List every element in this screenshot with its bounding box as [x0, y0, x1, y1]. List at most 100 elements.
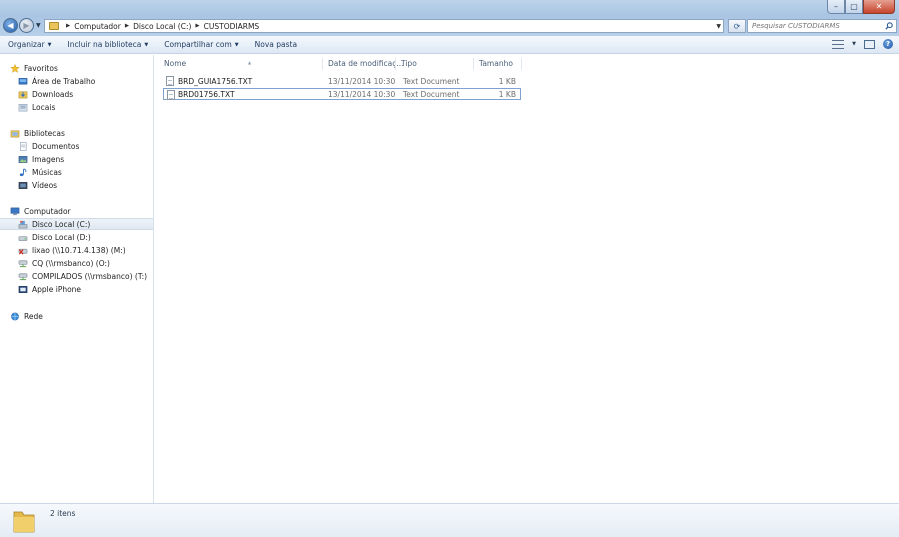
column-divider[interactable]: [473, 58, 474, 70]
address-bar[interactable]: ▶ Computador ▶ Disco Local (C:) ▶ CUSTOD…: [44, 19, 724, 33]
file-type: Text Document: [403, 77, 460, 86]
file-list: Nome ▲ Data de modificaç... Tipo Tamanho…: [155, 55, 899, 503]
sidebar-item-documentos[interactable]: Documentos: [18, 140, 153, 152]
file-name: BRD01756.TXT: [178, 90, 235, 99]
file-type: Text Document: [403, 90, 460, 99]
chevron-down-icon: ▼: [47, 41, 52, 48]
back-button[interactable]: ◀: [3, 18, 18, 33]
file-size: 1 KB: [498, 77, 516, 86]
share-with-label: Compartilhar com: [164, 40, 232, 49]
column-divider[interactable]: [322, 58, 323, 70]
organize-button[interactable]: Organizar ▼: [0, 40, 60, 49]
search-icon[interactable]: [885, 22, 893, 30]
sidebar-item-lixao[interactable]: lixao (\\10.71.4.138) (M:): [18, 244, 153, 256]
sidebar-item-videos[interactable]: Vídeos: [18, 179, 153, 191]
refresh-icon: ⟳: [733, 21, 741, 31]
sidebar-item-compilados[interactable]: COMPILADOS (\\rmsbanco) (T:): [18, 270, 153, 282]
folder-icon: [49, 22, 59, 30]
table-row[interactable]: BRD_GUIA1756.TXT 13/11/2014 10:30 Text D…: [163, 75, 521, 87]
system-drive-icon: [18, 220, 28, 228]
sidebar-item-downloads[interactable]: Downloads: [18, 88, 153, 100]
sidebar-item-computador[interactable]: Computador: [10, 205, 153, 217]
breadcrumb-computador[interactable]: Computador: [74, 22, 121, 31]
network-drive-icon: [18, 260, 28, 267]
include-library-label: Incluir na biblioteca: [67, 40, 142, 49]
sidebar-item-area-de-trabalho[interactable]: Área de Trabalho: [18, 75, 153, 87]
share-with-button[interactable]: Compartilhar com ▼: [156, 40, 246, 49]
sidebar-item-label: Downloads: [32, 89, 74, 99]
sidebar-item-label: Locais: [32, 102, 56, 112]
sidebar-item-cq[interactable]: CQ (\\rmsbanco) (O:): [18, 257, 153, 269]
preview-pane-icon[interactable]: [864, 39, 875, 49]
search-input[interactable]: [748, 22, 878, 30]
music-icon: [19, 167, 27, 176]
sidebar-item-label: Documentos: [32, 141, 80, 151]
text-file-icon: [166, 76, 174, 86]
recent-pages-dropdown[interactable]: ▼: [36, 22, 41, 29]
column-header-size[interactable]: Tamanho: [479, 59, 513, 71]
sidebar-item-apple-iphone[interactable]: Apple iPhone: [18, 283, 153, 295]
sidebar-item-disco-local-d[interactable]: Disco Local (D:): [18, 231, 153, 243]
column-divider[interactable]: [395, 58, 396, 70]
breadcrumb-chevron-icon[interactable]: ▶: [125, 23, 129, 29]
downloads-folder-icon: [18, 91, 28, 98]
sidebar-item-bibliotecas[interactable]: Bibliotecas: [10, 127, 153, 139]
network-drive-icon: [18, 273, 28, 280]
maximize-button[interactable]: ▢: [845, 0, 863, 14]
include-in-library-button[interactable]: Incluir na biblioteca ▼: [60, 40, 157, 49]
column-divider[interactable]: [521, 58, 522, 70]
forward-button[interactable]: ▶: [19, 18, 34, 33]
breadcrumb-disco-local-c[interactable]: Disco Local (C:): [133, 22, 191, 31]
back-arrow-icon: ◀: [7, 21, 14, 30]
sidebar-item-label: lixao (\\10.71.4.138) (M:): [32, 245, 126, 255]
search-box[interactable]: [747, 19, 897, 33]
portable-device-icon: [18, 285, 28, 293]
sidebar-item-label: Área de Trabalho: [32, 76, 96, 86]
new-folder-label: Nova pasta: [254, 40, 298, 49]
column-header-type[interactable]: Tipo: [401, 59, 417, 71]
sidebar-item-label: Músicas: [32, 167, 62, 177]
column-header-name[interactable]: Nome ▲: [164, 59, 251, 71]
network-icon: [11, 312, 19, 320]
sidebar-item-musicas[interactable]: Músicas: [18, 166, 153, 178]
sidebar-item-imagens[interactable]: Imagens: [18, 153, 153, 165]
item-count: 2 itens: [50, 509, 76, 518]
desktop-icon: [18, 77, 28, 84]
videos-icon: [18, 181, 28, 189]
minimize-button[interactable]: –: [827, 0, 845, 14]
sidebar-item-label: Rede: [24, 311, 43, 321]
breadcrumb-chevron-icon[interactable]: ▶: [66, 23, 70, 29]
view-options-dropdown[interactable]: ▼: [852, 41, 856, 47]
breadcrumb-chevron-icon[interactable]: ▶: [195, 23, 199, 29]
sidebar-item-label: Vídeos: [32, 180, 58, 190]
sort-ascending-icon: ▲: [248, 60, 252, 65]
sidebar-item-favoritos[interactable]: Favoritos: [10, 62, 153, 74]
close-button[interactable]: ✕: [863, 0, 895, 14]
breadcrumb-custodiarms[interactable]: CUSTODIARMS: [204, 22, 260, 31]
sidebar-item-label: Favoritos: [24, 63, 58, 73]
sidebar-item-label: COMPILADOS (\\rmsbanco) (T:): [32, 271, 148, 281]
drive-icon: [18, 235, 28, 241]
new-folder-button[interactable]: Nova pasta: [247, 40, 305, 49]
documents-icon: [20, 141, 27, 151]
file-date: 13/11/2014 10:30: [328, 90, 396, 99]
file-size: 1 KB: [498, 90, 516, 99]
sidebar-item-label: Disco Local (D:): [32, 232, 91, 242]
change-view-icon[interactable]: [832, 39, 845, 49]
details-pane: 2 itens: [0, 503, 899, 537]
recent-places-icon: [18, 103, 28, 111]
column-header-date[interactable]: Data de modificaç...: [328, 59, 404, 71]
pictures-icon: [18, 155, 28, 163]
title-bar: – ▢ ✕ ◀ ▶ ▼ ▶ Computador ▶ Disco Local (…: [0, 0, 899, 36]
column-header-label: Nome: [164, 59, 187, 68]
forward-arrow-icon: ▶: [23, 21, 30, 30]
window-controls: – ▢ ✕: [827, 0, 895, 14]
table-row[interactable]: BRD01756.TXT 13/11/2014 10:30 Text Docum…: [163, 88, 521, 100]
sidebar-item-rede[interactable]: Rede: [10, 310, 153, 322]
address-dropdown-icon[interactable]: ▼: [716, 23, 721, 30]
refresh-button[interactable]: ⟳: [728, 19, 746, 33]
sidebar-item-label: CQ (\\rmsbanco) (O:): [32, 258, 110, 268]
sidebar-item-locais[interactable]: Locais: [18, 101, 153, 113]
help-icon[interactable]: ?: [883, 39, 893, 49]
sidebar-item-disco-local-c[interactable]: Disco Local (C:): [0, 218, 153, 230]
